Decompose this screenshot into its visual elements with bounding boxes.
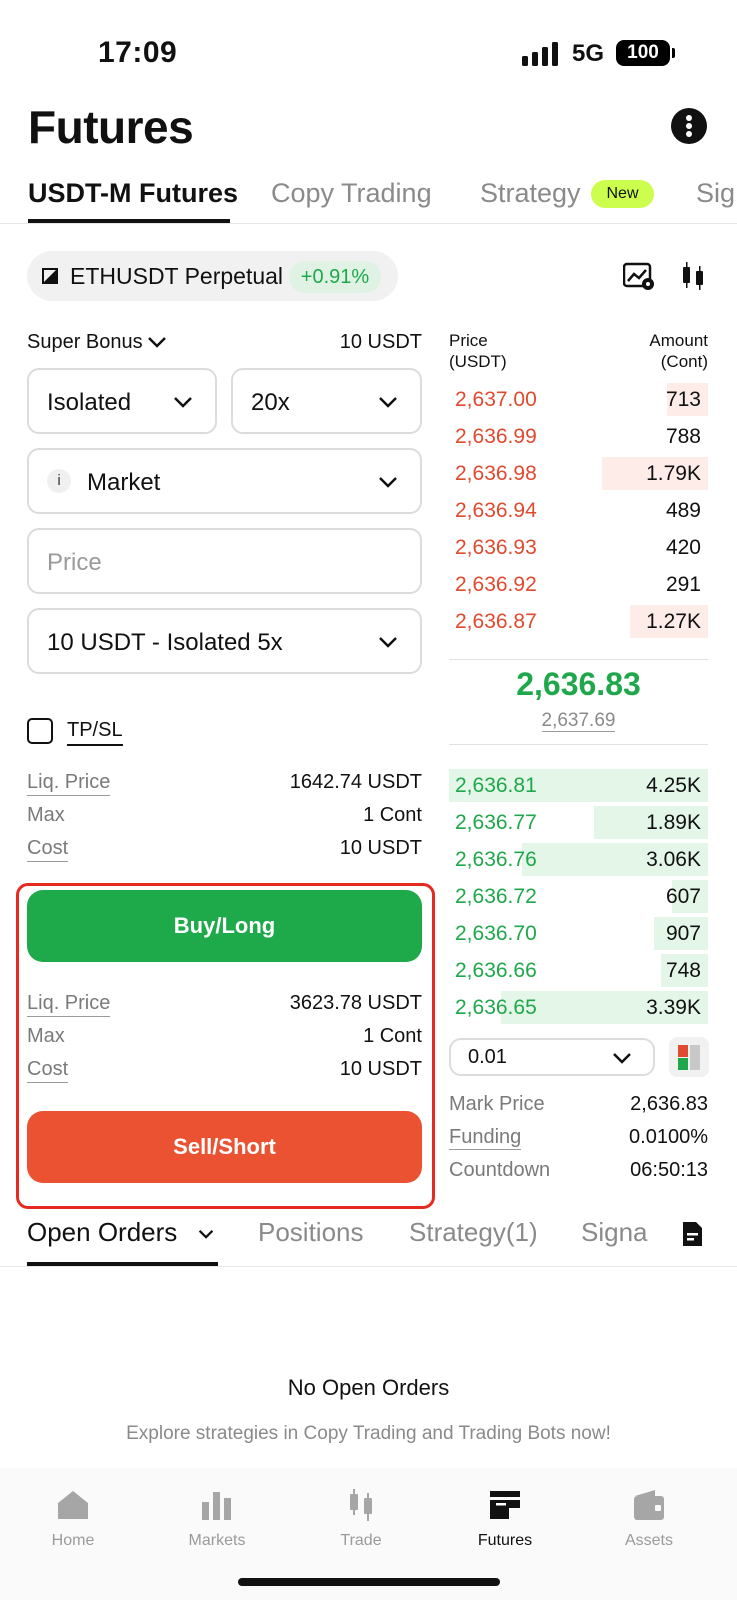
ask-row[interactable]: 2,637.00 713	[449, 383, 708, 416]
network-type: 5G	[572, 40, 605, 67]
liq-price-label[interactable]: Liq. Price	[27, 992, 111, 1017]
pair-name[interactable]: ETHUSDT Perpetual	[70, 263, 283, 290]
bid-row[interactable]: 2,636.81 4.25K	[449, 769, 708, 802]
cost-value: 10 USDT	[339, 837, 422, 859]
chart-settings-icon[interactable]	[623, 262, 655, 290]
ask-row[interactable]: 2,636.93 420	[449, 531, 708, 564]
max-label: Max	[27, 1025, 65, 1047]
short-liq-price-row: Liq. Price 3623.78 USDT	[27, 992, 422, 1020]
cost-label[interactable]: Cost	[27, 837, 69, 862]
page-title: Futures	[28, 101, 194, 153]
bid-row[interactable]: 2,636.77 1.89K	[449, 806, 708, 839]
more-vertical-icon[interactable]	[671, 108, 707, 144]
nav-futures[interactable]: Futures	[455, 1488, 555, 1550]
home-icon	[58, 1491, 88, 1519]
tab-signal[interactable]: Signa	[581, 1217, 648, 1248]
nav-home[interactable]: Home	[23, 1488, 123, 1550]
status-time: 17:09	[98, 36, 178, 69]
nav-markets[interactable]: Markets	[167, 1488, 267, 1550]
signal-icon	[522, 42, 558, 66]
margin-mode-value: Isolated	[47, 389, 132, 416]
home-indicator	[238, 1578, 500, 1586]
super-bonus-value: 10 USDT	[339, 331, 422, 353]
tab-signal[interactable]: Sig	[696, 178, 735, 209]
funding-label[interactable]: Funding	[449, 1126, 522, 1150]
divider	[0, 1266, 737, 1267]
wallet-icon	[634, 1490, 664, 1520]
trade-icon	[350, 1489, 372, 1521]
tab-usdt-m-futures[interactable]: USDT-M Futures	[28, 178, 238, 209]
pair-change-badge: +0.91%	[289, 261, 381, 293]
new-badge: New	[591, 180, 654, 208]
info-icon[interactable]: i	[47, 469, 71, 493]
chevron-down-icon	[379, 477, 397, 488]
divider	[449, 659, 708, 660]
super-bonus-label[interactable]: Super Bonus	[27, 331, 143, 354]
tab-positions[interactable]: Positions	[258, 1217, 364, 1248]
tpsl-checkbox[interactable]	[27, 718, 53, 744]
bid-row[interactable]: 2,636.65 3.39K	[449, 991, 708, 1024]
chevron-down-icon	[174, 397, 192, 408]
buy-long-button[interactable]: Buy/Long	[27, 890, 422, 962]
tab-strategy[interactable]: Strategy(1)	[409, 1217, 538, 1248]
long-cost-row: Cost 10 USDT	[27, 837, 422, 865]
ask-row[interactable]: 2,636.92 291	[449, 568, 708, 601]
nav-assets[interactable]: Assets	[599, 1488, 699, 1550]
empty-state-title: No Open Orders	[287, 1375, 450, 1400]
bid-row[interactable]: 2,636.66 748	[449, 954, 708, 987]
chevron-down-icon	[613, 1053, 631, 1064]
document-icon[interactable]	[680, 1220, 704, 1248]
tab-copy-trading[interactable]: Copy Trading	[271, 178, 432, 209]
cost-value: 10 USDT	[339, 1058, 422, 1080]
short-cost-row: Cost 10 USDT	[27, 1058, 422, 1086]
chevron-down-icon	[379, 637, 397, 648]
nav-trade[interactable]: Trade	[311, 1488, 411, 1550]
divider	[0, 223, 737, 224]
cost-label[interactable]: Cost	[27, 1058, 69, 1083]
max-value: 1 Cont	[363, 804, 422, 826]
max-label: Max	[27, 804, 65, 826]
ask-row[interactable]: 2,636.94 489	[449, 494, 708, 527]
bid-row[interactable]: 2,636.70 907	[449, 917, 708, 950]
order-type-value: Market	[87, 469, 161, 496]
price-placeholder: Price	[47, 549, 102, 576]
candlestick-icon[interactable]	[680, 260, 706, 292]
tab-strategy[interactable]: Strategy	[480, 178, 581, 209]
amount-header: Amount (Cont)	[649, 331, 708, 371]
ask-row[interactable]: 2,636.98 1.79K	[449, 457, 708, 490]
orderbook-layout-icon[interactable]	[669, 1037, 709, 1077]
price-step-value: 0.01	[468, 1046, 507, 1068]
divider	[449, 744, 708, 745]
bid-row[interactable]: 2,636.76 3.06K	[449, 843, 708, 876]
tab-open-orders[interactable]: Open Orders	[27, 1217, 177, 1248]
price-header: Price (USDT)	[449, 331, 507, 371]
ask-row[interactable]: 2,636.99 788	[449, 420, 708, 453]
chevron-down-icon[interactable]	[147, 336, 167, 348]
ask-row[interactable]: 2,636.87 1.27K	[449, 605, 708, 638]
markets-icon	[202, 1492, 231, 1520]
mark-price-small[interactable]: 2,637.69	[449, 710, 708, 732]
liq-price-label[interactable]: Liq. Price	[27, 771, 111, 796]
chevron-down-icon	[379, 397, 397, 408]
liq-price-value: 1642.74 USDT	[289, 771, 422, 793]
sell-short-button[interactable]: Sell/Short	[27, 1111, 422, 1183]
short-max-row: Max 1 Cont	[27, 1025, 422, 1053]
amount-value: 10 USDT - Isolated 5x	[47, 629, 283, 656]
long-liq-price-row: Liq. Price 1642.74 USDT	[27, 771, 422, 799]
tpsl-label[interactable]: TP/SL	[67, 719, 123, 746]
bid-row[interactable]: 2,636.72 607	[449, 880, 708, 913]
liq-price-value: 3623.78 USDT	[289, 992, 422, 1014]
chevron-down-icon[interactable]	[198, 1229, 214, 1239]
battery-icon: 100	[616, 40, 675, 66]
last-price: 2,636.83	[516, 666, 641, 702]
perpetual-icon	[42, 268, 58, 284]
empty-state-subtitle[interactable]: Explore strategies in Copy Trading and T…	[0, 1423, 737, 1445]
max-value: 1 Cont	[363, 1025, 422, 1047]
leverage-value: 20x	[251, 389, 290, 416]
futures-icon	[490, 1491, 520, 1519]
long-max-row: Max 1 Cont	[27, 804, 422, 832]
